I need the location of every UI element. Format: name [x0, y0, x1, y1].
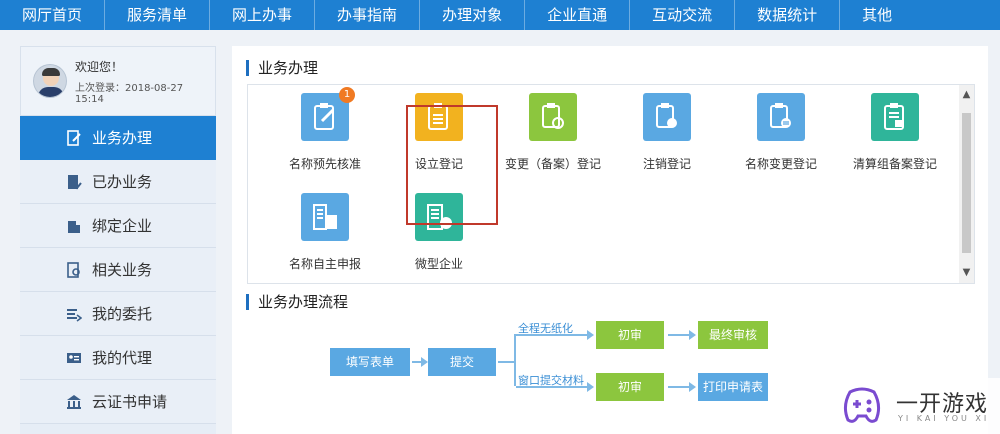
flow-label-paperless: 全程无纸化: [518, 322, 573, 335]
sidebar-item-label: 绑定企业: [92, 217, 153, 235]
sidebar-item-agent[interactable]: 我的代理: [20, 336, 216, 380]
flow-submit: 提交: [428, 348, 496, 376]
nav-home[interactable]: 网厅首页: [0, 0, 106, 30]
search-doc-icon: [67, 261, 80, 278]
flow-first-review: 初审: [596, 373, 664, 401]
sidebar-item-business[interactable]: 业务办理: [20, 116, 216, 160]
section-title-business: 业务办理: [246, 60, 318, 76]
section-title-process: 业务办理流程: [246, 294, 348, 310]
tile-name-precheck[interactable]: 1 名称预先核准: [270, 87, 380, 172]
sidebar-item-cloud-cert[interactable]: 云证书申请: [20, 380, 216, 424]
flow-arrow: [668, 382, 696, 392]
tile-label: 变更（备案）登记: [504, 157, 601, 171]
sidebar: 欢迎您！ 上次登录：2018-08-27 15:14 业务办理 已办业务 绑定企…: [20, 46, 216, 434]
edit-clipboard-icon: [314, 103, 335, 130]
sidebar-item-label: 相关业务: [92, 261, 153, 279]
refresh-clipboard-icon: [542, 103, 564, 129]
sidebar-item-label: 云证书申请: [92, 393, 168, 411]
flow-arrow: [412, 357, 428, 367]
flow-branch-vertical: [514, 334, 516, 386]
main-content: 业务办理 1 名称预先核准 设立登记 变更（备案）登记 注销登记 名称变更登记 …: [232, 46, 988, 434]
sidebar-item-label: 我的委托: [92, 305, 153, 323]
sidebar-item-bind-enterprise[interactable]: 绑定企业: [20, 204, 216, 248]
flow-arrow: [668, 330, 696, 340]
tile-name-change[interactable]: 名称变更登记: [726, 93, 836, 172]
watermark-sub: YI KAI YOU XI: [898, 414, 990, 423]
tile-liquidation-filing[interactable]: 清算组备案登记: [840, 93, 950, 172]
nav-online-affairs[interactable]: 网上办事: [210, 0, 316, 30]
tile-label: 名称自主申报: [288, 257, 361, 271]
id-card-icon: [67, 352, 81, 363]
flow-final-review: 最终审核: [698, 321, 768, 349]
flow-first-review: 初审: [596, 321, 664, 349]
sidebar-item-done[interactable]: 已办业务: [20, 160, 216, 204]
sidebar-item-label: 业务办理: [92, 129, 153, 147]
business-panel: 1 名称预先核准 设立登记 变更（备案）登记 注销登记 名称变更登记 清算组备案…: [247, 84, 975, 284]
scroll-up-icon[interactable]: ▲: [961, 89, 972, 100]
tile-label: 清算组备案登记: [852, 157, 937, 171]
sidebar-item-entrust[interactable]: 我的委托: [20, 292, 216, 336]
tile-label: 微型企业: [414, 257, 463, 271]
panel-scrollbar[interactable]: ▲ ▼: [959, 85, 974, 283]
tile-name-self-declare[interactable]: 名称自主申报: [270, 193, 380, 272]
tile-label: 名称变更登记: [744, 157, 817, 171]
tile-cancel-registration[interactable]: 注销登记: [612, 93, 722, 172]
top-nav: 网厅首页 服务清单 网上办事 办事指南 办理对象 企业直通 互动交流 数据统计 …: [0, 0, 1000, 30]
scroll-thumb[interactable]: [962, 113, 971, 253]
avatar: [33, 64, 67, 98]
building-declare-icon: [313, 204, 337, 230]
cancel-clipboard-icon: [656, 103, 677, 128]
edit-doc-icon: [67, 129, 81, 146]
nav-statistics[interactable]: 数据统计: [735, 0, 841, 30]
welcome-text: 欢迎您！: [74, 59, 123, 74]
done-doc-icon: [68, 174, 82, 189]
flow-print-form: 打印申请表: [698, 373, 768, 401]
entrust-icon: [67, 308, 82, 322]
nav-interaction[interactable]: 互动交流: [630, 0, 736, 30]
nav-objects[interactable]: 办理对象: [420, 0, 526, 30]
tile-change-registration[interactable]: 变更（备案）登记: [498, 93, 608, 172]
user-panel: 欢迎您！ 上次登录：2018-08-27 15:14: [20, 46, 216, 116]
bank-icon: [67, 394, 81, 409]
notification-badge: 1: [339, 87, 355, 103]
tile-label: 注销登记: [642, 157, 691, 171]
selection-highlight: [406, 105, 498, 225]
sidebar-item-related[interactable]: 相关业务: [20, 248, 216, 292]
gamepad-logo-icon: [843, 387, 881, 423]
flow-fill-form: 填写表单: [330, 348, 410, 376]
building-icon: [68, 220, 80, 233]
nav-guide[interactable]: 办事指南: [315, 0, 421, 30]
last-login-text: 上次登录：2018-08-27 15:14: [74, 82, 184, 105]
nav-other[interactable]: 其他: [840, 0, 914, 30]
flow-branch-line: [498, 361, 514, 363]
tile-label: 名称预先核准: [288, 157, 361, 171]
nav-enterprise[interactable]: 企业直通: [525, 0, 631, 30]
filed-clipboard-icon: [884, 103, 904, 130]
nav-service-list[interactable]: 服务清单: [105, 0, 211, 30]
list-clipboard-icon: [770, 103, 791, 128]
sidebar-item-label: 已办业务: [92, 173, 153, 191]
sidebar-item-label: 我的代理: [92, 349, 153, 367]
watermark: 一开游戏 YI KAI YOU XI: [800, 378, 1000, 434]
flow-label-window: 窗口提交材料: [518, 374, 584, 387]
scroll-down-icon[interactable]: ▼: [961, 267, 972, 278]
